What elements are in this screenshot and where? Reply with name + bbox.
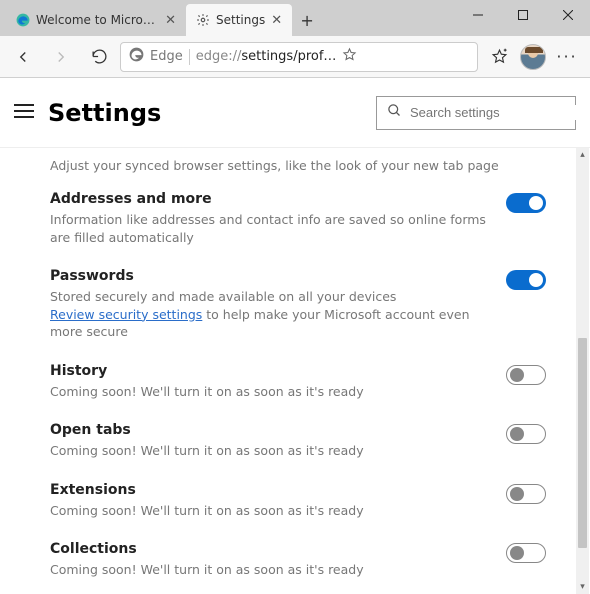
setting-desc: Coming soon! We'll turn it on as soon as… (50, 502, 490, 520)
tab-title: Welcome to Microsof… (36, 13, 159, 27)
more-menu-button[interactable]: ··· (550, 40, 584, 74)
settings-scroll: Adjust your synced browser settings, lik… (0, 148, 576, 594)
search-icon (387, 103, 402, 122)
setting-desc: Stored securely and made available on al… (50, 288, 490, 341)
page-title: Settings (48, 99, 362, 127)
sync-description: Adjust your synced browser settings, lik… (50, 158, 546, 173)
minimize-button[interactable] (455, 0, 500, 30)
toggle-history (506, 365, 546, 385)
close-icon[interactable]: ✕ (165, 13, 176, 28)
close-icon[interactable]: ✕ (271, 13, 282, 28)
window-controls (455, 0, 590, 30)
toggle-collections (506, 543, 546, 563)
address-url: edge://settings/prof… (196, 49, 337, 64)
toggle-open-tabs (506, 424, 546, 444)
setting-desc: Information like addresses and contact i… (50, 211, 490, 246)
forward-button[interactable] (44, 40, 78, 74)
profile-avatar[interactable] (520, 44, 546, 70)
tab-strip: Welcome to Microsof… ✕ Settings ✕ + (0, 0, 455, 36)
close-window-button[interactable] (545, 0, 590, 30)
toggle-passwords[interactable] (506, 270, 546, 290)
menu-icon[interactable] (14, 103, 34, 123)
maximize-button[interactable] (500, 0, 545, 30)
setting-title: Passwords (50, 268, 490, 284)
scrollbar[interactable]: ▴ ▾ (576, 148, 589, 594)
setting-extensions: Extensions Coming soon! We'll turn it on… (50, 482, 546, 520)
setting-collections: Collections Coming soon! We'll turn it o… (50, 541, 546, 579)
edge-logo-icon (16, 13, 30, 27)
favorite-star-icon[interactable] (342, 47, 357, 66)
search-settings-box[interactable] (376, 96, 576, 130)
setting-title: Extensions (50, 482, 490, 498)
setting-addresses: Addresses and more Information like addr… (50, 191, 546, 246)
scroll-down-icon[interactable]: ▾ (576, 580, 589, 594)
content-area: Adjust your synced browser settings, lik… (0, 148, 590, 594)
refresh-button[interactable] (82, 40, 116, 74)
toggle-extensions (506, 484, 546, 504)
setting-title: Collections (50, 541, 490, 557)
scroll-up-icon[interactable]: ▴ (576, 148, 589, 162)
window-titlebar: Welcome to Microsof… ✕ Settings ✕ + (0, 0, 590, 36)
tab-welcome[interactable]: Welcome to Microsof… ✕ (6, 4, 186, 36)
browser-toolbar: Edge edge://settings/prof… ··· (0, 36, 590, 78)
gear-icon (196, 13, 210, 27)
tab-settings[interactable]: Settings ✕ (186, 4, 292, 36)
settings-header: Settings (0, 78, 590, 148)
back-button[interactable] (6, 40, 40, 74)
favorites-button[interactable] (482, 40, 516, 74)
toggle-addresses[interactable] (506, 193, 546, 213)
divider (189, 49, 190, 65)
setting-open-tabs: Open tabs Coming soon! We'll turn it on … (50, 422, 546, 460)
setting-desc: Coming soon! We'll turn it on as soon as… (50, 442, 490, 460)
setting-passwords: Passwords Stored securely and made avail… (50, 268, 546, 341)
setting-desc: Coming soon! We'll turn it on as soon as… (50, 383, 490, 401)
setting-title: Addresses and more (50, 191, 490, 207)
address-bar[interactable]: Edge edge://settings/prof… (120, 42, 478, 72)
search-input[interactable] (410, 105, 586, 120)
setting-title: Open tabs (50, 422, 490, 438)
setting-title: History (50, 363, 490, 379)
scrollbar-thumb[interactable] (578, 338, 587, 548)
address-source-label: Edge (150, 49, 183, 64)
setting-history: History Coming soon! We'll turn it on as… (50, 363, 546, 401)
setting-desc: Coming soon! We'll turn it on as soon as… (50, 561, 490, 579)
review-security-link[interactable]: Review security settings (50, 307, 202, 322)
tab-title: Settings (216, 13, 265, 27)
edge-badge-icon (129, 47, 144, 66)
new-tab-button[interactable]: + (292, 4, 322, 36)
